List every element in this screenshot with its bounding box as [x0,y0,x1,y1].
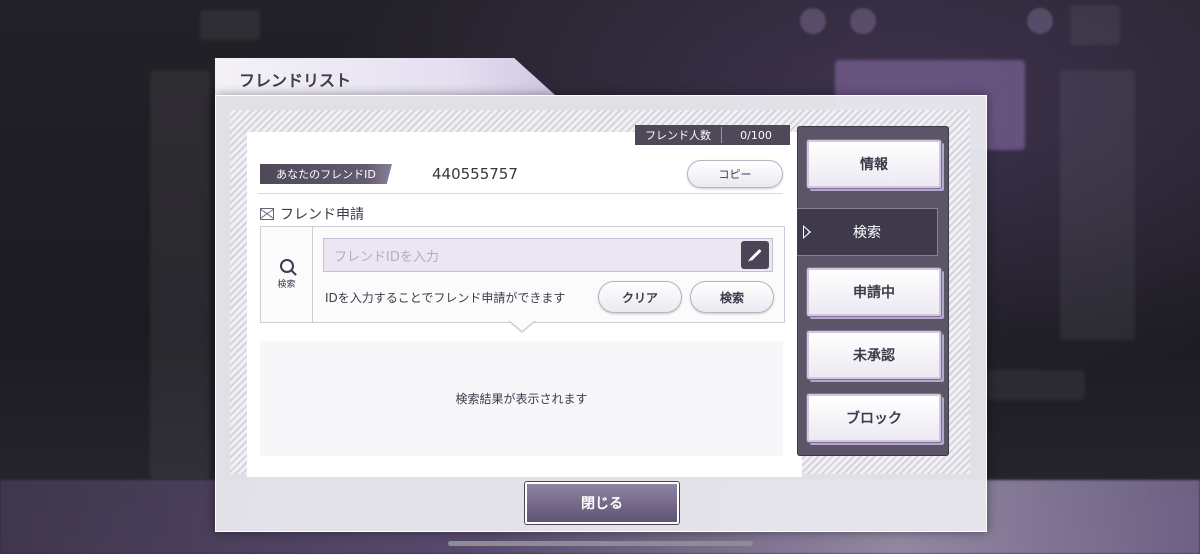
pointer-arrow [508,320,536,333]
hint-text: IDを入力することでフレンド申請ができます [325,291,566,305]
background-panel [150,70,210,480]
menu-block-button[interactable]: ブロック [807,394,941,442]
friend-count-label: フレンド人数 [635,127,722,143]
search-icon [279,259,294,273]
dialog-title: フレンドリスト [239,71,352,90]
divider [258,193,783,194]
home-indicator [448,541,753,546]
friend-id-input[interactable]: フレンドIDを入力 [323,238,773,272]
background-panel [1060,70,1135,340]
close-button[interactable]: 閉じる [525,482,679,524]
background-icon [800,8,826,34]
friend-count-value: 0/100 [740,128,772,142]
dialog-title-tab: フレンドリスト [215,58,555,95]
menu-search-label: 検索 [853,225,881,241]
friend-request-title: フレンド申請 [280,207,364,223]
your-friend-id-value: 440555757 [432,165,518,183]
menu-unapproved-button[interactable]: 未承認 [807,331,941,379]
edit-button[interactable] [741,241,769,269]
background-panel [200,10,260,40]
search-button[interactable]: 検索 [690,281,774,313]
menu-search-button[interactable]: 検索 [797,208,938,256]
background-icon [850,8,876,34]
search-results-area: 検索結果が表示されます [260,341,783,456]
copy-button[interactable]: コピー [687,160,783,188]
search-area: 検索 フレンドIDを入力 IDを入力することでフレンド申請ができます クリア 検… [260,226,785,323]
friend-request-heading: フレンド申請 [260,204,364,224]
search-side-label: 検索 [277,280,296,290]
search-side-tab: 検索 [261,227,313,322]
pencil-icon [748,248,762,262]
background-icon [1027,8,1053,34]
menu-info-button[interactable]: 情報 [807,140,941,188]
friend-count-box: フレンド人数 0/100 [635,125,790,145]
background-panel [985,370,1085,400]
your-friend-id-label: あなたのフレンドID [260,164,392,184]
menu-pending-button[interactable]: 申請中 [807,268,941,316]
friend-menu-sidebar: 情報 検索 申請中 未承認 ブロック [797,126,949,456]
clear-button[interactable]: クリア [598,281,682,313]
selected-arrow-icon [803,225,811,239]
background-panel [1070,5,1120,45]
envelope-icon [260,208,274,220]
